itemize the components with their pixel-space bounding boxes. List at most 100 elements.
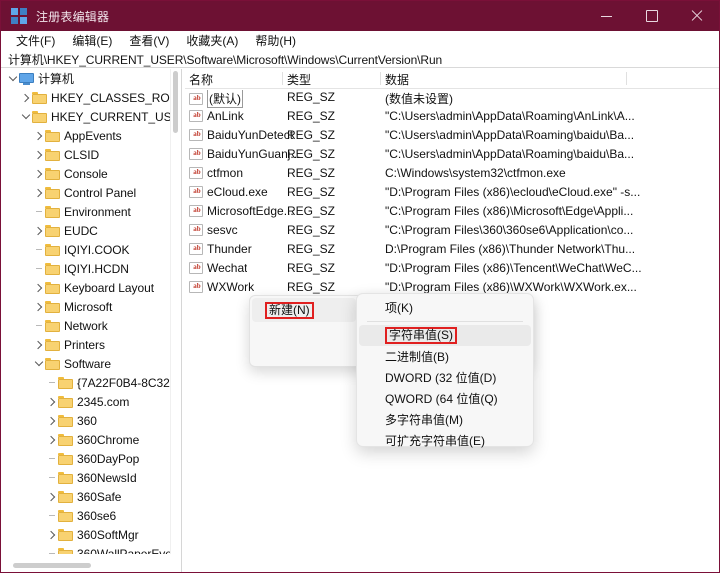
- value-data: "C:\Users\admin\AppData\Roaming\AnLink\A…: [385, 109, 705, 123]
- tree-node[interactable]: HKEY_CLASSES_ROOT: [2, 88, 172, 107]
- minimize-button[interactable]: [584, 1, 629, 31]
- tree-node[interactable]: Console: [2, 164, 172, 183]
- table-row[interactable]: ab(默认)REG_SZ(数值未设置): [185, 88, 719, 107]
- folder-icon: [45, 168, 60, 180]
- column-header-name[interactable]: 名称: [189, 71, 213, 88]
- table-row[interactable]: abeCloud.exeREG_SZ"D:\Program Files (x86…: [185, 183, 719, 202]
- column-header-data[interactable]: 数据: [385, 71, 409, 88]
- tree-horizontal-scrollbar[interactable]: [2, 561, 174, 570]
- tree-line-icon: [32, 240, 45, 259]
- pane-splitter[interactable]: [181, 69, 184, 572]
- tree-node[interactable]: 360: [2, 411, 172, 430]
- tree-node[interactable]: {7A22F0B4-8C32-EC: [2, 373, 172, 392]
- tree-node-label: 计算机: [38, 72, 74, 86]
- tree-node[interactable]: Printers: [2, 335, 172, 354]
- maximize-button[interactable]: [629, 1, 674, 31]
- tree-vertical-scroll-thumb[interactable]: [173, 71, 178, 133]
- table-row[interactable]: abctfmonREG_SZC:\Windows\system32\ctfmon…: [185, 164, 719, 183]
- tree-line-icon: [45, 449, 58, 468]
- column-divider-1[interactable]: [282, 72, 283, 85]
- submenu-item[interactable]: 多字符串值(M): [359, 409, 531, 430]
- column-divider-3[interactable]: [626, 72, 627, 85]
- close-button[interactable]: [674, 1, 719, 31]
- tree-node[interactable]: HKEY_CURRENT_USER: [2, 107, 172, 126]
- column-header-type[interactable]: 类型: [287, 71, 311, 88]
- folder-icon: [45, 339, 60, 351]
- tree-node[interactable]: 360DayPop: [2, 449, 172, 468]
- chevron-down-icon[interactable]: [6, 69, 19, 88]
- minimize-icon: [601, 16, 612, 17]
- tree-node[interactable]: 360se6: [2, 506, 172, 525]
- tree-node[interactable]: Microsoft: [2, 297, 172, 316]
- chevron-down-icon[interactable]: [32, 354, 45, 373]
- table-row[interactable]: abWechatREG_SZ"D:\Program Files (x86)\Te…: [185, 259, 719, 278]
- tree-node[interactable]: 360WallPaperEver: [2, 544, 172, 554]
- tree-node[interactable]: Network: [2, 316, 172, 335]
- tree-node[interactable]: EUDC: [2, 221, 172, 240]
- chevron-right-icon[interactable]: [32, 221, 45, 240]
- chevron-right-icon[interactable]: [45, 487, 58, 506]
- chevron-down-icon[interactable]: [19, 107, 32, 126]
- submenu-item[interactable]: 可扩充字符串值(E): [359, 430, 531, 451]
- submenu-item[interactable]: 二进制值(B): [359, 346, 531, 367]
- column-divider-2[interactable]: [380, 72, 381, 85]
- submenu-item[interactable]: QWORD (64 位值(Q): [359, 388, 531, 409]
- folder-icon: [58, 510, 73, 522]
- chevron-right-icon[interactable]: [32, 183, 45, 202]
- tree-node[interactable]: 360NewsId: [2, 468, 172, 487]
- menu-favorites[interactable]: 收藏夹(A): [178, 32, 247, 50]
- menu-help[interactable]: 帮助(H): [247, 32, 305, 50]
- table-row[interactable]: abBaiduYunGuanj...REG_SZ"C:\Users\admin\…: [185, 145, 719, 164]
- chevron-right-icon[interactable]: [45, 525, 58, 544]
- chevron-right-icon[interactable]: [32, 335, 45, 354]
- submenu-item[interactable]: DWORD (32 位值(D): [359, 367, 531, 388]
- menu-edit[interactable]: 编辑(E): [64, 32, 121, 50]
- chevron-right-icon[interactable]: [32, 145, 45, 164]
- chevron-right-icon[interactable]: [45, 392, 58, 411]
- tree-node[interactable]: 360Safe: [2, 487, 172, 506]
- tree-node[interactable]: Software: [2, 354, 172, 373]
- submenu-item[interactable]: 字符串值(S): [359, 325, 531, 346]
- tree-node[interactable]: Environment: [2, 202, 172, 221]
- value-name-cell: abWechat: [189, 261, 301, 275]
- context-menu-item-new[interactable]: 新建(N): [252, 298, 356, 322]
- address-bar[interactable]: 计算机\HKEY_CURRENT_USER\Software\Microsoft…: [1, 51, 719, 68]
- new-submenu[interactable]: 项(K) 字符串值(S)二进制值(B)DWORD (32 位值(D)QWORD (…: [356, 293, 534, 447]
- folder-icon: [45, 320, 60, 332]
- tree-node[interactable]: IQIYI.COOK: [2, 240, 172, 259]
- table-row[interactable]: abMicrosoftEdge...REG_SZ"C:\Program File…: [185, 202, 719, 221]
- value-type: REG_SZ: [287, 223, 335, 237]
- tree-node[interactable]: 计算机: [2, 69, 172, 88]
- chevron-right-icon[interactable]: [32, 126, 45, 145]
- tree-node[interactable]: 2345.com: [2, 392, 172, 411]
- chevron-right-icon[interactable]: [19, 88, 32, 107]
- registry-editor-window: 注册表编辑器 文件(F) 编辑(E) 查看(V) 收藏夹(A) 帮助(H) 计算…: [0, 0, 720, 573]
- maximize-icon: [646, 10, 658, 22]
- submenu-item[interactable]: 项(K): [359, 297, 531, 318]
- chevron-right-icon[interactable]: [45, 430, 58, 449]
- menu-view[interactable]: 查看(V): [121, 32, 178, 50]
- tree-node[interactable]: Control Panel: [2, 183, 172, 202]
- tree-node[interactable]: 360Chrome: [2, 430, 172, 449]
- chevron-right-icon[interactable]: [32, 278, 45, 297]
- tree-node[interactable]: CLSID: [2, 145, 172, 164]
- chevron-right-icon[interactable]: [32, 297, 45, 316]
- value-name: Wechat: [207, 261, 247, 275]
- value-name-cell: abBaiduYunDetect: [189, 128, 301, 142]
- chevron-right-icon[interactable]: [45, 411, 58, 430]
- table-row[interactable]: abThunderREG_SZD:\Program Files (x86)\Th…: [185, 240, 719, 259]
- tree-vertical-scrollbar[interactable]: [170, 69, 180, 554]
- tree-horizontal-scroll-thumb[interactable]: [13, 563, 91, 568]
- tree-node[interactable]: IQIYI.HCDN: [2, 259, 172, 278]
- value-name: BaiduYunDetect: [207, 128, 293, 142]
- value-type: REG_SZ: [287, 166, 335, 180]
- table-row[interactable]: abAnLinkREG_SZ"C:\Users\admin\AppData\Ro…: [185, 107, 719, 126]
- menu-file[interactable]: 文件(F): [8, 32, 64, 50]
- tree-node[interactable]: AppEvents: [2, 126, 172, 145]
- tree-node[interactable]: Keyboard Layout: [2, 278, 172, 297]
- tree-node[interactable]: 360SoftMgr: [2, 525, 172, 544]
- chevron-right-icon[interactable]: [32, 164, 45, 183]
- table-row[interactable]: absesvcREG_SZ"C:\Program Files\360\360se…: [185, 221, 719, 240]
- registry-tree[interactable]: 计算机 HKEY_CLASSES_ROOTHKEY_CURRENT_USERApp…: [2, 69, 172, 554]
- table-row[interactable]: abBaiduYunDetectREG_SZ"C:\Users\admin\Ap…: [185, 126, 719, 145]
